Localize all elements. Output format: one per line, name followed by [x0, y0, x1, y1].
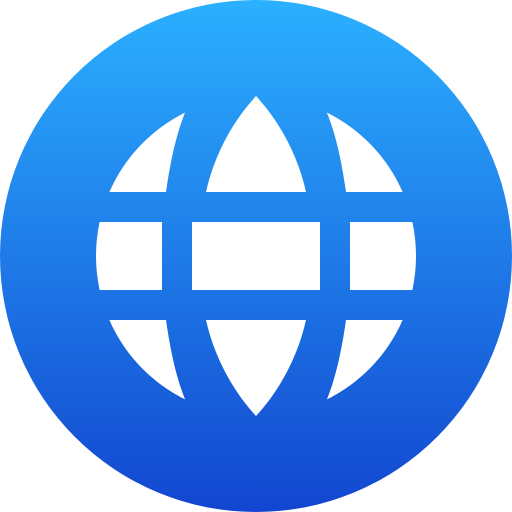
globe-icon[interactable]: [0, 0, 512, 512]
globe-lens-middle: [192, 222, 320, 290]
icon-canvas: [0, 0, 512, 512]
